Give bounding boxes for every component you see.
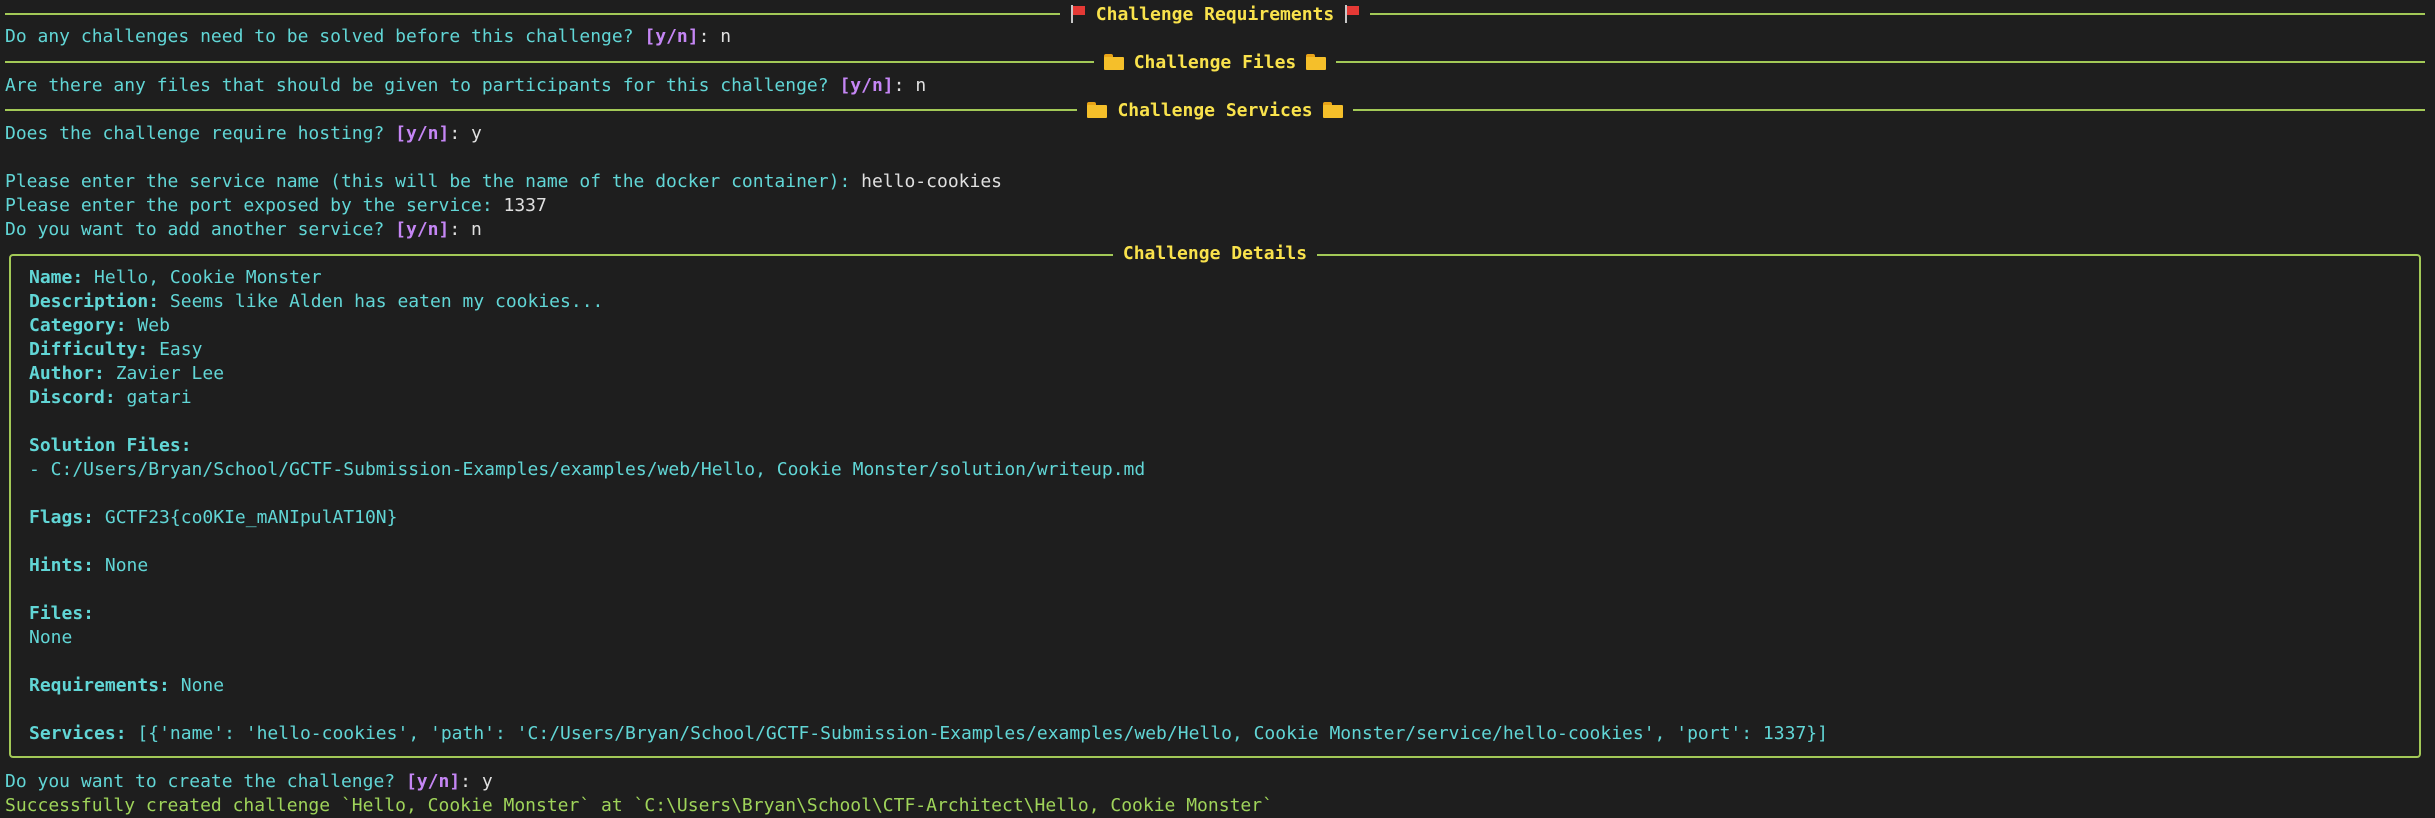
rule-line xyxy=(5,109,1078,111)
detail-hints: Hints: None xyxy=(29,555,149,576)
folder-icon xyxy=(1322,102,1343,118)
prompt-question: Are there any files that should be given… xyxy=(5,75,840,96)
detail-services: Services: [{'name': 'hello-cookies', 'pa… xyxy=(29,723,1828,744)
prompt-files: Are there any files that should be given… xyxy=(5,75,927,96)
rule-line xyxy=(5,13,1060,15)
prompt-question: Does the challenge require hosting? xyxy=(5,123,396,144)
rule-line xyxy=(5,61,1094,63)
prompt-answer: n xyxy=(915,75,927,96)
prompt-question: Do you want to add another service? xyxy=(5,219,396,240)
section-rule-files: Challenge Files xyxy=(5,50,2425,74)
detail-solution-files-value: - C:/Users/Bryan/School/GCTF-Submission-… xyxy=(29,459,1146,480)
prompt-answer: n xyxy=(720,26,732,47)
section-rule-requirements: Challenge Requirements xyxy=(5,2,2426,26)
prompt-create: Do you want to create the challenge? [y/… xyxy=(5,771,493,792)
detail-flags: Flags: GCTF23{co0KIe_mANIpulAT10N} xyxy=(29,507,398,528)
section-title-text: Challenge Services xyxy=(1117,99,1313,121)
section-title-services: Challenge Services xyxy=(1077,100,1352,121)
prompt-answer: 1337 xyxy=(503,195,547,216)
section-title-requirements: Challenge Requirements xyxy=(1060,4,1370,25)
rule-line xyxy=(1352,109,2426,111)
prompt-question: Do you want to create the challenge? xyxy=(5,771,406,792)
yn-hint: [y/n] xyxy=(395,219,450,240)
rule-line xyxy=(1336,61,2425,63)
success-message: Successfully created challenge `Hello, C… xyxy=(5,795,1273,816)
prompt-question: Do any challenges need to be solved befo… xyxy=(5,26,645,47)
prompt-requirements: Do any challenges need to be solved befo… xyxy=(5,26,732,47)
section-title-files: Challenge Files xyxy=(1094,52,1337,73)
section-title-text: Challenge Files xyxy=(1133,51,1297,73)
red-flag-icon xyxy=(1070,5,1086,23)
detail-files-label: Files: xyxy=(29,603,95,624)
prompt-another-service: Do you want to add another service? [y/n… xyxy=(5,219,482,240)
prompt-answer: y xyxy=(471,123,482,144)
detail-requirements: Requirements: None xyxy=(29,675,225,696)
challenge-details-panel: Challenge Details Name: Hello, Cookie Mo… xyxy=(9,243,2421,758)
rule-line xyxy=(1370,13,2426,15)
prompt-question: Please enter the port exposed by the ser… xyxy=(5,195,504,216)
detail-difficulty: Difficulty: Easy xyxy=(29,339,203,360)
yn-hint: [y/n] xyxy=(395,123,450,144)
prompt-service-name: Please enter the service name (this will… xyxy=(5,170,2427,194)
detail-author: Author: Zavier Lee xyxy=(29,363,225,384)
folder-icon xyxy=(1306,54,1327,70)
panel-title: Challenge Details xyxy=(11,242,2419,266)
panel-title-text: Challenge Details xyxy=(1112,243,1318,264)
detail-category: Category: Web xyxy=(29,315,170,336)
detail-description: Description: Seems like Alden has eaten … xyxy=(29,291,604,312)
prompt-port: Please enter the port exposed by the ser… xyxy=(5,194,2427,218)
prompt-hosting: Does the challenge require hosting? [y/n… xyxy=(5,123,482,144)
section-rule-services: Challenge Services xyxy=(5,98,2426,122)
yn-hint: [y/n] xyxy=(644,26,699,47)
yn-hint: [y/n] xyxy=(405,771,461,792)
prompt-answer: hello-cookies xyxy=(861,171,1003,192)
red-flag-icon xyxy=(1344,5,1360,23)
prompt-answer: n xyxy=(471,219,482,240)
detail-files-value: None xyxy=(29,627,73,648)
prompt-question: Please enter the service name (this will… xyxy=(5,171,862,192)
detail-solution-files-label: Solution Files: xyxy=(29,435,192,456)
section-title-text: Challenge Requirements xyxy=(1095,3,1335,25)
prompt-answer: y xyxy=(481,771,493,792)
detail-discord: Discord: gatari xyxy=(29,387,192,408)
yn-hint: [y/n] xyxy=(839,75,894,96)
folder-icon xyxy=(1103,54,1124,70)
folder-icon xyxy=(1087,102,1108,118)
detail-name: Name: Hello, Cookie Monster xyxy=(29,267,322,288)
